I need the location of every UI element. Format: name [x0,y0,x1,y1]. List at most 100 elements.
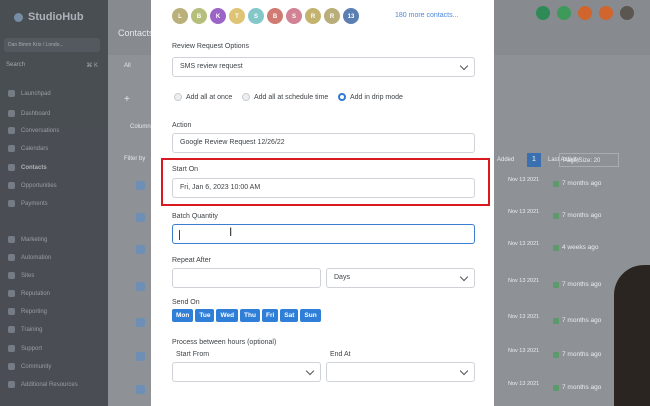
day-toggle-sun[interactable]: Sun [300,309,321,322]
action-input[interactable]: Google Review Request 12/26/22 [172,133,475,153]
sidebar-item-reporting[interactable]: Reporting [8,308,47,315]
sidebar-icon [8,90,15,97]
sidebar-item-sites[interactable]: Sites [8,272,34,279]
batch-quantity-label: Batch Quantity [172,213,218,220]
sidebar-item-label: Sites [21,272,35,279]
sidebar-item-conversations[interactable]: Conversations [8,127,59,134]
sidebar-icon [8,145,15,152]
sidebar-item-additional-resources[interactable]: Additional Resources [8,381,78,388]
action-label: Action [172,122,192,129]
recipient-chip[interactable]: 13 [342,7,360,25]
row-checkbox[interactable] [136,181,145,190]
sidebar-item-label: Payments [21,200,48,207]
sidebar-item-calendars[interactable]: Calendars [8,145,48,152]
megaphone-icon[interactable] [557,6,571,20]
account-switcher[interactable]: Dan Bimm Kris / Londo... [4,38,100,52]
radio-icon [242,93,250,101]
row-checkbox[interactable] [136,352,145,361]
phone-icon[interactable] [536,6,550,20]
sidebar-search[interactable]: Search ⌘ K [6,62,98,69]
app-name: StudioHub [28,11,84,23]
more-contacts-link[interactable]: 180 more contacts... [395,12,458,19]
chevron-down-icon [459,366,469,376]
sidebar-item-label: Training [21,326,43,333]
row-last-activity: 7 months ago [553,212,601,219]
row-checkbox[interactable] [136,385,145,394]
row-date: Nov 13 2021 [508,381,540,387]
add-contact-button[interactable]: + [124,94,130,105]
recipient-chip[interactable]: T [228,7,246,25]
sidebar-item-dashboard[interactable]: Dashboard [8,110,50,117]
recipient-chip[interactable]: R [304,7,322,25]
row-checkbox[interactable] [136,213,145,222]
help-icon[interactable] [578,6,592,20]
review-options-label: Review Request Options [172,43,250,50]
sidebar-item-label: Automation [21,254,52,261]
radio-add-all-schedule[interactable]: Add all at schedule time [242,93,328,101]
recipient-chip[interactable]: K [209,7,227,25]
sidebar-item-support[interactable]: Support [8,345,42,352]
sidebar-item-contacts[interactable]: Contacts [8,164,47,171]
recipient-chip[interactable]: B [266,7,284,25]
day-toggle-mon[interactable]: Mon [172,309,194,322]
day-toggle-thu[interactable]: Thu [240,309,260,322]
page-number[interactable]: 1 [527,153,541,167]
sidebar-icon [8,272,15,279]
sidebar-item-community[interactable]: Community [8,363,51,370]
end-at-select[interactable] [326,362,475,382]
sidebar-item-payments[interactable]: Payments [8,200,48,207]
start-from-select[interactable] [172,362,321,382]
text-caret [179,230,180,240]
sidebar-icon [8,254,15,261]
sidebar-icon [8,345,15,352]
row-checkbox[interactable] [136,282,145,291]
activity-text: 7 months ago [562,212,602,219]
sidebar-icon [8,127,15,134]
review-options-select[interactable]: SMS review request [172,57,475,77]
radio-add-all-once[interactable]: Add all at once [174,93,232,101]
row-checkbox[interactable] [136,318,145,327]
sidebar-icon [8,290,15,297]
repeat-unit-select[interactable]: Days [326,268,475,288]
recipient-chip[interactable]: L [171,7,189,25]
row-date: Nov 13 2021 [508,241,540,247]
recipient-chip[interactable]: S [285,7,303,25]
sidebar-item-automation[interactable]: Automation [8,254,51,261]
sidebar-item-label: Conversations [21,127,60,134]
sidebar-item-reputation[interactable]: Reputation [8,290,50,297]
avatar[interactable] [620,6,634,20]
repeat-unit-value: Days [334,274,350,281]
sidebar-icon [8,182,15,189]
row-date: Nov 13 2021 [508,177,540,183]
added-header: Added [497,157,515,163]
sidebar-item-marketing[interactable]: Marketing [8,236,47,243]
process-hours-label: Process between hours (optional) [172,339,277,346]
search-shortcut: ⌘ K [86,63,98,69]
sidebar-item-training[interactable]: Training [8,326,42,333]
repeat-after-label: Repeat After [172,257,211,264]
row-checkbox[interactable] [136,245,145,254]
end-at-label: End At [330,351,351,358]
batch-quantity-input[interactable] [172,224,475,244]
sidebar-item-label: Support [21,345,43,352]
recipient-chip[interactable]: S [247,7,265,25]
repeat-after-input[interactable] [172,268,321,288]
activity-icon [553,281,559,288]
send-on-label: Send On [172,299,200,306]
sidebar-icon [8,164,15,171]
recipient-chip[interactable]: B [190,7,208,25]
tab-all[interactable]: All [124,63,131,69]
sidebar-item-opportunities[interactable]: Opportunities [8,182,57,189]
notification-icon[interactable] [599,6,613,20]
recipient-chip[interactable]: R [323,7,341,25]
row-last-activity: 4 weeks ago [553,244,599,251]
radio-drip-mode[interactable]: Add in drip mode [338,93,403,101]
day-toggle-wed[interactable]: Wed [216,309,239,322]
day-toggle-sat[interactable]: Sat [280,309,299,322]
day-toggle-fri[interactable]: Fri [261,309,279,322]
sidebar-item-launchpad[interactable]: Launchpad [8,90,51,97]
radio-label: Add all at once [186,93,233,101]
text-cursor-icon: I [229,225,233,239]
day-toggle-tue[interactable]: Tue [195,309,215,322]
row-last-activity: 7 months ago [553,384,601,391]
